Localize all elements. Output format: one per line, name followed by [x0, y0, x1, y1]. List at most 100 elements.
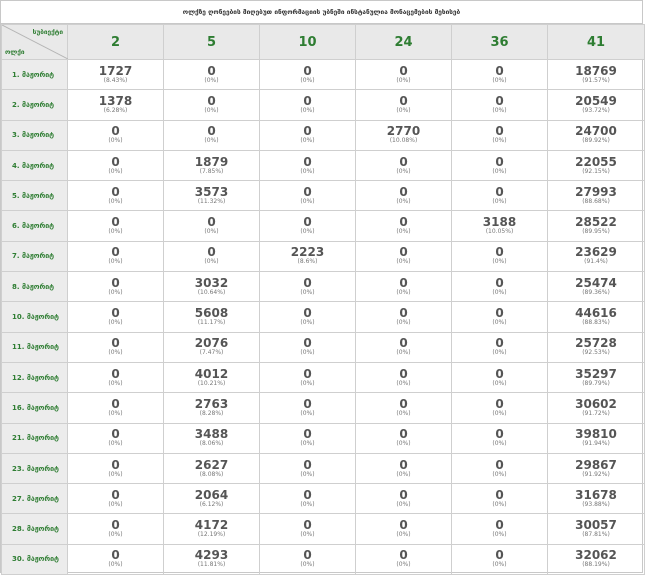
vote-cell: 1727 (8.43%) — [67, 58, 164, 91]
table-row: 7. მაჟორიტ 0 (0%) 0 (0%) 2223 (8.6%) 0 (0%) 0 (0%)… — [1, 240, 645, 273]
vote-count: 25474 — [575, 275, 617, 290]
vote-count: 0 — [495, 306, 504, 321]
vote-count: 29867 — [575, 457, 617, 472]
table-row: 21. მაჟორიტ 0 (0%) 3488 (8.06%) 0 (0%) 0 (0%) 0 (0… — [1, 422, 645, 454]
vote-percent: (0%) — [108, 379, 123, 387]
vote-count: 0 — [111, 396, 120, 411]
vote-cell: 27993 (88.68%) — [547, 180, 645, 212]
vote-count: 0 — [399, 427, 408, 442]
vote-cell: 29867 (91.92%) — [547, 452, 645, 485]
vote-count: 31678 — [575, 487, 617, 502]
vote-cell: 30602 (91.72%) — [547, 392, 645, 424]
vote-cell: 0 (0%) — [451, 452, 548, 485]
corner-cell: სუბიექტი ოლქი — [1, 24, 68, 60]
vote-count: 0 — [111, 366, 120, 381]
vote-count: 0 — [111, 548, 120, 563]
vote-count: 23629 — [575, 245, 617, 260]
vote-cell: 0 (0%) — [67, 119, 164, 151]
vote-count: 27993 — [575, 184, 617, 199]
vote-count: 2064 — [194, 487, 229, 502]
vote-percent: (0%) — [300, 470, 315, 478]
row-label: 1. მაჟორიტ — [1, 58, 68, 91]
row-label: 16. მაჟორიტ — [1, 392, 68, 424]
vote-percent: (10.05%) — [485, 228, 514, 236]
vote-percent: (8.08%) — [199, 470, 224, 478]
vote-percent: (0%) — [204, 258, 219, 266]
vote-count: 2763 — [194, 396, 229, 411]
vote-cell: 0 (0%) — [259, 543, 356, 575]
vote-percent: (0%) — [108, 470, 123, 478]
vote-percent: (0%) — [300, 106, 315, 114]
vote-cell: 0 (0%) — [451, 180, 548, 212]
vote-cell: 3573 (11.32%) — [163, 180, 260, 212]
vote-count: 2627 — [194, 457, 229, 472]
column-header: 10 — [259, 24, 356, 60]
vote-percent: (91.92%) — [582, 470, 610, 478]
vote-cell: 25728 (92.53%) — [547, 331, 645, 363]
vote-cell: 0 (0%) — [355, 240, 452, 273]
vote-cell: 0 (0%) — [259, 89, 356, 121]
vote-count: 0 — [303, 306, 312, 321]
vote-count: 0 — [303, 124, 312, 139]
row-label: 10. მაჟორიტ — [1, 301, 68, 333]
vote-count: 0 — [495, 396, 504, 411]
vote-count: 0 — [495, 63, 504, 78]
vote-cell: 0 (0%) — [355, 149, 452, 182]
row-label: 8. მაჟორიტ — [1, 271, 68, 303]
vote-count: 0 — [495, 245, 504, 260]
vote-count: 0 — [495, 366, 504, 381]
vote-cell: 31678 (93.88%) — [547, 483, 645, 515]
table-row: 5. მაჟორიტ 0 (0%) 3573 (11.32%) 0 (0%) 0 (0%) 0 (0… — [1, 180, 645, 212]
vote-count: 0 — [303, 63, 312, 78]
vote-cell: 4172 (12.19%) — [163, 513, 260, 545]
vote-count: 0 — [399, 184, 408, 199]
vote-cell: 0 (0%) — [451, 513, 548, 545]
vote-percent: (0%) — [108, 561, 123, 569]
vote-count: 0 — [495, 124, 504, 139]
vote-count: 0 — [303, 487, 312, 502]
vote-cell: 0 (0%) — [451, 149, 548, 182]
vote-percent: (8.06%) — [199, 440, 224, 448]
vote-percent: (89.79%) — [582, 379, 610, 387]
vote-cell: 0 (0%) — [67, 422, 164, 454]
vote-percent: (0%) — [300, 500, 315, 508]
vote-count: 0 — [399, 154, 408, 169]
vote-count: 0 — [399, 518, 408, 533]
vote-count: 0 — [495, 427, 504, 442]
vote-cell: 0 (0%) — [259, 119, 356, 151]
vote-percent: (0%) — [492, 349, 507, 357]
vote-count: 0 — [495, 457, 504, 472]
vote-percent: (0%) — [396, 531, 411, 539]
vote-percent: (91.72%) — [582, 409, 610, 417]
vote-count: 0 — [303, 93, 312, 108]
table-row: 28. მაჟორიტ 0 (0%) 4172 (12.19%) 0 (0%) 0 (0%) 0(… — [1, 513, 645, 545]
page-title: ოლქზე ღონეების მიღებუთ ინფორმაციის უბნეშ… — [1, 1, 642, 24]
vote-percent: (0%) — [492, 531, 507, 539]
vote-count: 0 — [495, 275, 504, 290]
vote-cell: 32062 (88.19%) — [547, 543, 645, 575]
vote-count: 28522 — [575, 215, 617, 230]
vote-count: 0 — [399, 93, 408, 108]
table-row: 12. მაჟორიტ 0 (0%) 4012 (10.21%) 0 (0%) 0 (0%) 0(… — [1, 361, 645, 394]
vote-count: 0 — [495, 336, 504, 351]
vote-count: 0 — [303, 396, 312, 411]
vote-percent: (0%) — [396, 319, 411, 327]
vote-count: 0 — [495, 548, 504, 563]
vote-percent: (0%) — [204, 106, 219, 114]
vote-percent: (0%) — [492, 379, 507, 387]
table-row: 16. მაჟორიტ 0 (0%) 2763 (8.28%) 0 (0%) 0 (0%) 0 (0… — [1, 392, 645, 424]
vote-count: 0 — [111, 487, 120, 502]
vote-count: 0 — [399, 487, 408, 502]
vote-cell: 1879 (7.85%) — [163, 149, 260, 182]
vote-cell: 0 (0%) — [67, 361, 164, 394]
vote-percent: (0%) — [300, 137, 315, 145]
vote-percent: (0%) — [300, 531, 315, 539]
vote-cell: 3188 (10.05%) — [451, 210, 548, 242]
vote-cell: 0 (0%) — [163, 210, 260, 242]
vote-cell: 24700 (89.92%) — [547, 119, 645, 151]
vote-cell: 4293 (11.81%) — [163, 543, 260, 575]
vote-count: 0 — [303, 215, 312, 230]
vote-cell: 0 (0%) — [67, 210, 164, 242]
vote-percent: (0%) — [492, 258, 507, 266]
vote-percent: (0%) — [396, 409, 411, 417]
